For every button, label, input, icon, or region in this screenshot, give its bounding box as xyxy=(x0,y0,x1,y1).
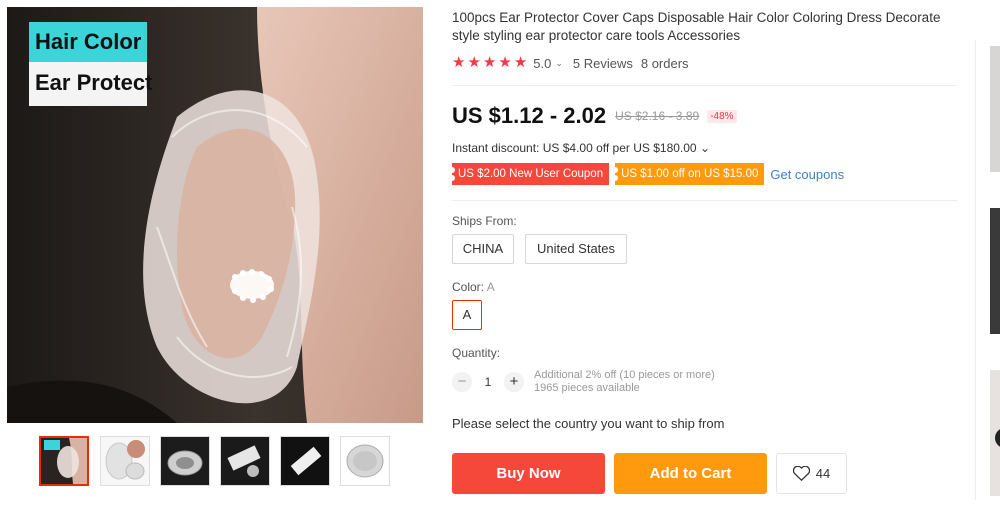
quantity-value[interactable]: 1 xyxy=(472,375,504,389)
thumbnail-6-image xyxy=(341,437,389,485)
quantity-plus-button[interactable]: + xyxy=(504,372,524,392)
star-icon: ★ xyxy=(467,54,481,71)
thumbnail-3-image xyxy=(161,437,209,485)
rating-row: ★ ★ ★ ★ ★ 5.0 ⌄ 5 Reviews 8 orders xyxy=(452,55,689,71)
thumbnail-1[interactable] xyxy=(39,436,89,486)
color-label-text: Color: xyxy=(452,280,485,294)
color-label: Color: A xyxy=(452,280,495,294)
rating-score[interactable]: 5.0 xyxy=(533,56,551,71)
ships-from-label: Ships From: xyxy=(452,214,517,228)
product-title: 100pcs Ear Protector Cover Caps Disposab… xyxy=(452,10,941,43)
thumbnail-2-image xyxy=(101,437,149,485)
wishlist-count: 44 xyxy=(815,466,831,481)
quantity-stepper: − 1 + Additional 2% off (10 pieces or mo… xyxy=(452,369,715,395)
heart-icon xyxy=(792,466,810,481)
recommendation-strip xyxy=(975,0,1000,515)
stock-available: 1965 pieces available xyxy=(534,382,640,394)
coupon-row: US $2.00 New User Coupon US $1.00 off on… xyxy=(448,163,844,185)
thumbnail-1-image xyxy=(41,438,87,484)
divider xyxy=(452,200,957,201)
price-row: US $1.12 - 2.02 US $2.16 - 3.89 -48% xyxy=(452,103,737,129)
star-icon: ★ xyxy=(513,54,528,71)
quantity-info: Additional 2% off (10 pieces or more) 19… xyxy=(534,369,715,395)
star-icon: ★ xyxy=(452,54,466,71)
store-coupon[interactable]: US $1.00 off on US $15.00 xyxy=(612,163,765,185)
thumbnail-3[interactable] xyxy=(160,436,210,486)
rating-stars: ★ ★ ★ ★ ★ xyxy=(452,55,527,71)
main-product-image[interactable]: Hair Color Ear Protect xyxy=(7,7,423,423)
instant-discount[interactable]: Instant discount: US $4.00 off per US $1… xyxy=(452,141,710,155)
orders-count: 8 orders xyxy=(640,55,689,71)
color-selected-value: A xyxy=(486,280,495,294)
price: US $1.12 - 2.02 xyxy=(452,103,607,128)
new-user-coupon[interactable]: US $2.00 New User Coupon xyxy=(448,163,610,185)
thumbnail-5[interactable] xyxy=(280,436,330,486)
star-icon: ★ xyxy=(482,54,497,71)
image-overlay-label: Hair Color Ear Protect xyxy=(29,22,152,106)
original-price: US $2.16 - 3.89 xyxy=(615,109,700,123)
thumbnail-5-image xyxy=(281,437,329,485)
ships-from-china[interactable]: CHINA xyxy=(452,234,514,264)
add-to-cart-button[interactable]: Add to Cart xyxy=(614,453,767,494)
quantity-label: Quantity: xyxy=(452,346,501,360)
star-icon: ★ xyxy=(498,54,512,71)
overlay-line-1: Hair Color xyxy=(29,22,147,62)
thumbnail-6[interactable] xyxy=(340,436,390,486)
reviews-link[interactable]: 5 Reviews xyxy=(573,56,633,71)
bulk-discount-note: Additional 2% off (10 pieces or more) xyxy=(534,369,715,381)
quantity-minus-button[interactable]: − xyxy=(452,372,472,392)
recommended-item-2[interactable] xyxy=(990,208,1000,334)
chevron-down-icon[interactable]: ⌄ xyxy=(555,58,563,69)
color-option-a[interactable]: A xyxy=(452,300,482,330)
discount-badge: -48% xyxy=(707,109,737,123)
thumbnail-4[interactable] xyxy=(220,436,270,486)
divider xyxy=(975,40,976,500)
wishlist-button[interactable]: 44 xyxy=(776,453,847,494)
overlay-line-2: Ear Protect xyxy=(35,70,153,95)
ships-from-united-states[interactable]: United States xyxy=(525,234,627,264)
thumbnail-4-image xyxy=(221,437,269,485)
ship-country-note: Please select the country you want to sh… xyxy=(452,416,725,431)
thumbnail-2[interactable] xyxy=(100,436,150,486)
recommended-item-1[interactable] xyxy=(990,46,1000,172)
divider xyxy=(452,85,957,86)
get-coupons-link[interactable]: Get coupons xyxy=(770,167,844,182)
buy-now-button[interactable]: Buy Now xyxy=(452,453,605,494)
